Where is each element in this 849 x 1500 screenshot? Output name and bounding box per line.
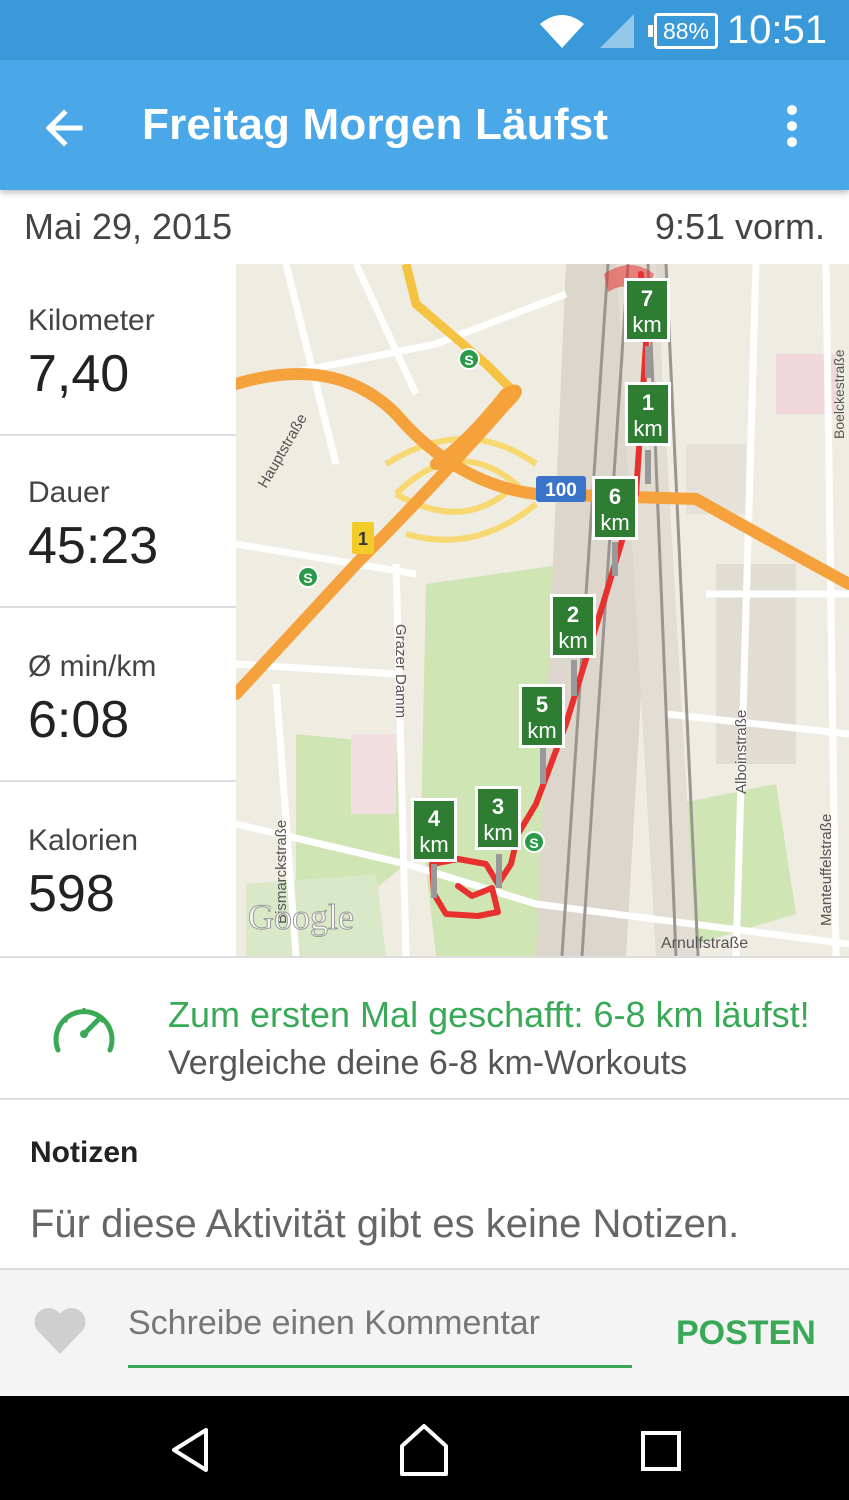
back-triangle-icon[interactable] [168,1426,212,1474]
b1-shield: 1 [352,522,374,554]
svg-text:5: 5 [536,692,548,717]
arrow-left-icon[interactable] [36,98,96,158]
notes-heading: Notizen [30,1136,139,1169]
stat-distance: Kilometer 7,40 [0,264,236,436]
notes-empty-text: Für diese Aktivität gibt es keine Notize… [30,1202,740,1246]
stat-label: Kilometer [28,304,155,337]
comment-input[interactable] [128,1296,632,1368]
post-button[interactable]: POSTEN [676,1314,816,1353]
street-label: Manteuffelstraße [818,814,835,926]
speedometer-icon [53,1008,115,1053]
svg-text:6: 6 [609,484,621,509]
svg-text:3: 3 [492,794,504,819]
svg-text:1: 1 [642,390,654,415]
activity-date: Mai 29, 2015 [24,206,233,247]
stat-value: 6:08 [28,691,130,749]
stat-value: 45:23 [28,517,159,575]
stat-value: 7,40 [28,345,130,403]
street-label: Hauptstraße [255,411,311,491]
stat-calories: Kalorien 598 [0,784,236,956]
page-title: Freitag Morgen Läufst [142,100,609,149]
achievement-subtitle: Vergleiche deine 6-8 km-Workouts [168,1044,688,1082]
svg-text:km: km [419,832,448,857]
svg-text:km: km [527,718,556,743]
street-label: Alboinstraße [733,710,750,794]
yellow-road [401,264,520,398]
comment-bar: POSTEN [0,1268,849,1396]
s-bahn-station-icon: S [458,348,480,370]
stat-duration: Dauer 45:23 [0,436,236,608]
more-vert-icon[interactable] [774,102,814,152]
activity-date-row: Mai 29, 2015 9:51 vorm. [0,190,849,266]
battery-icon: 88% [648,13,718,49]
stat-pace: Ø min/km 6:08 [0,610,236,782]
stats-panel: Kilometer 7,40 Dauer 45:23 Ø min/km 6:08… [0,264,236,956]
status-bar: 88% 10:51 [0,0,849,60]
system-nav-bar [0,1396,849,1500]
status-time: 10:51 [726,8,827,52]
svg-text:km: km [483,820,512,845]
route-map[interactable]: Hauptstraße Grazer Damm Bismarckstraße A… [236,264,849,956]
svg-text:2: 2 [567,602,579,627]
svg-text:1: 1 [358,529,368,549]
svg-text:7: 7 [641,286,653,311]
recents-icon[interactable] [640,1430,682,1472]
svg-text:100: 100 [545,480,577,501]
cell-signal-icon [600,14,634,48]
svg-text:km: km [632,312,661,337]
wifi-icon [540,15,584,48]
map-block [351,734,396,814]
app-bar: Freitag Morgen Läufst [0,60,849,190]
s-bahn-station-icon: S [297,566,319,588]
svg-text:km: km [600,510,629,535]
home-icon[interactable] [398,1422,450,1478]
svg-text:km: km [558,628,587,653]
street-label: Grazer Damm [392,624,409,718]
svg-text:4: 4 [428,806,441,831]
svg-text:S: S [303,570,312,586]
heart-icon[interactable] [32,1306,88,1356]
google-watermark: Google [248,897,354,937]
a100-shield: 100 [536,476,586,502]
activity-time: 9:51 vorm. [654,206,825,247]
svg-text:S: S [464,352,473,368]
stat-label: Ø min/km [28,650,157,683]
stat-value: 598 [28,865,115,923]
notes-section: Notizen Für diese Aktivität gibt es kein… [0,1100,849,1268]
street-label: Boelckestraße [831,349,847,439]
svg-text:S: S [529,835,538,851]
achievement-banner[interactable]: Zum ersten Mal geschafft: 6-8 km läufst!… [0,956,849,1100]
street-label: Arnulfstraße [661,935,748,952]
achievement-title: Zum ersten Mal geschafft: 6-8 km läufst! [168,994,810,1035]
svg-text:km: km [633,416,662,441]
s-bahn-station-icon: S [523,831,545,853]
stat-label: Kalorien [28,824,139,857]
stat-label: Dauer [28,476,110,509]
